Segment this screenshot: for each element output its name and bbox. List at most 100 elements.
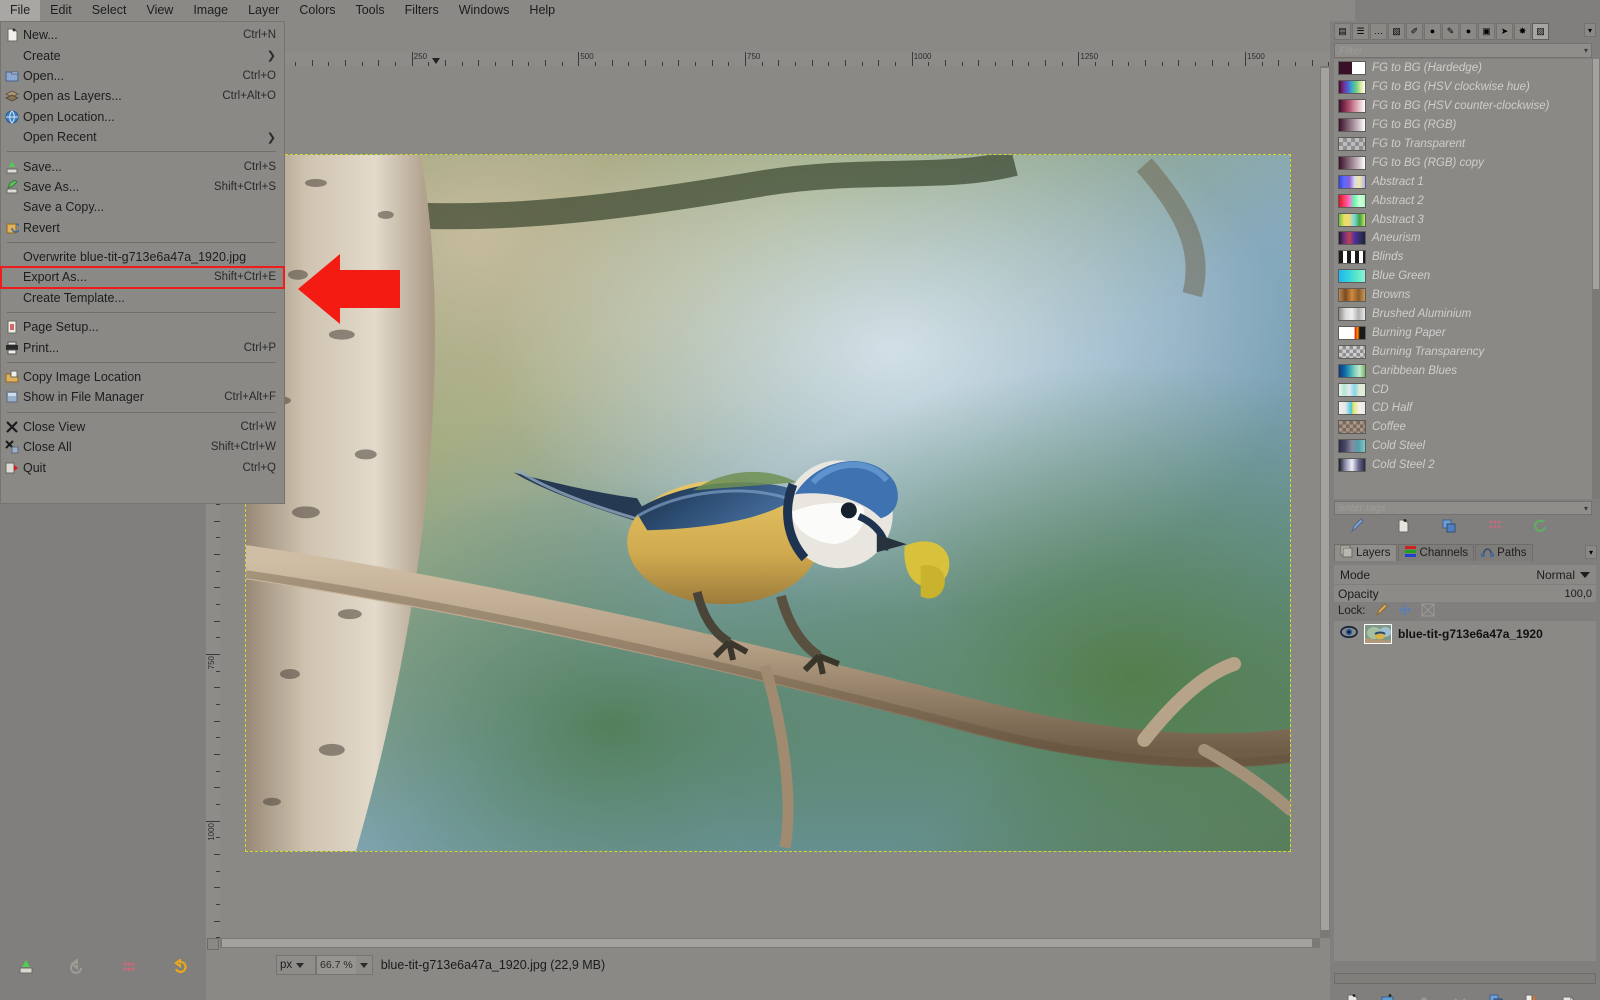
menu-item-open[interactable]: Open... Ctrl+O (1, 66, 284, 86)
gradient-list-item[interactable]: Blue Green (1334, 267, 1592, 286)
delete-gradient-icon[interactable] (1472, 518, 1518, 537)
menu-item-close-view[interactable]: Close View Ctrl+W (1, 417, 284, 437)
horizontal-ruler[interactable]: 2505007501000125015001750 (220, 52, 1330, 66)
documents-tab[interactable]: ▧ (1388, 22, 1405, 40)
gradient-list-item[interactable]: FG to BG (RGB) (1334, 116, 1592, 135)
tab-channels[interactable]: Channels (1397, 544, 1475, 561)
canvas-vertical-scrollbar[interactable] (1320, 66, 1330, 938)
brushes-tab[interactable]: ▤ (1334, 22, 1351, 40)
zoom-selector[interactable]: 66.7 % (316, 955, 373, 975)
gradient-list-item[interactable]: CD (1334, 380, 1592, 399)
reset-colors-icon[interactable] (103, 959, 155, 979)
gradient-list-item[interactable]: Caribbean Blues (1334, 361, 1592, 380)
paint-dynamics-tab[interactable]: ✎ (1442, 22, 1459, 40)
fonts-tab[interactable]: … (1370, 22, 1387, 40)
menu-item-open-as-layers[interactable]: Open as Layers... Ctrl+Alt+O (1, 86, 284, 106)
duplicate-layer-icon[interactable] (1478, 993, 1514, 1000)
scrollbar-thumb[interactable] (1321, 68, 1329, 930)
gradient-list-item[interactable]: Brushed Aluminium (1334, 305, 1592, 324)
raise-layer-icon[interactable] (1406, 993, 1442, 1000)
menu-item-export-as[interactable]: Export As... Shift+Ctrl+E (0, 266, 285, 289)
menu-item-page-setup[interactable]: Page Setup... (1, 317, 284, 337)
layers-list[interactable]: blue-tit-g713e6a47a_1920 (1334, 621, 1596, 961)
menu-edit[interactable]: Edit (40, 0, 82, 21)
scrollbar-thumb[interactable] (222, 939, 1312, 947)
gradient-list-item[interactable]: Burning Transparency (1334, 342, 1592, 361)
menu-item-create[interactable]: Create ❯ (1, 45, 284, 65)
canvas-horizontal-scrollbar[interactable] (220, 938, 1320, 948)
layer-row[interactable]: blue-tit-g713e6a47a_1920 (1334, 621, 1596, 647)
menu-item-save-a-copy[interactable]: Save a Copy... (1, 197, 284, 217)
menu-help[interactable]: Help (519, 0, 565, 21)
layer-opacity-value[interactable]: 100,0 (1564, 588, 1592, 600)
menu-item-revert[interactable]: Revert (1, 218, 284, 238)
gradient-list-item[interactable]: Aneurism (1334, 229, 1592, 248)
eye-icon[interactable] (1340, 625, 1358, 644)
edit-gradient-icon[interactable] (1334, 517, 1380, 537)
gradient-list-item[interactable]: Abstract 2 (1334, 191, 1592, 210)
menu-filters[interactable]: Filters (395, 0, 449, 21)
quick-mask-button[interactable] (207, 938, 219, 950)
gradients-scrollbar[interactable] (1592, 59, 1600, 499)
gradient-list-item[interactable]: Cold Steel (1334, 437, 1592, 456)
anchor-layer-icon[interactable] (1514, 993, 1550, 1000)
new-gradient-icon[interactable] (1380, 518, 1426, 537)
brushes2-tab[interactable]: ● (1424, 22, 1441, 40)
menu-select[interactable]: Select (82, 0, 137, 21)
menu-item-new[interactable]: New... Ctrl+N (1, 25, 284, 45)
delete-layer-icon[interactable] (1550, 993, 1586, 1000)
gradient-list-item[interactable]: Coffee (1334, 418, 1592, 437)
lower-layer-icon[interactable] (1442, 993, 1478, 1000)
brush-editor-tab[interactable]: ● (1460, 22, 1477, 40)
menu-tools[interactable]: Tools (345, 0, 394, 21)
menu-item-copy-image-location[interactable]: Copy Image Location (1, 367, 284, 387)
gradient-list-item[interactable]: FG to Transparent (1334, 135, 1592, 154)
menu-colors[interactable]: Colors (289, 0, 345, 21)
gradients-list[interactable]: FG to BG (Hardedge) FG to BG (HSV clockwi… (1334, 59, 1592, 499)
layer-mode-select[interactable]: Normal (1536, 568, 1594, 582)
menu-item-save[interactable]: Save... Ctrl+S (1, 156, 284, 176)
file-menu-popup[interactable]: New... Ctrl+N Create ❯ Open... Ctrl+O Open as … (0, 21, 285, 504)
patterns-tab[interactable]: ☰ (1352, 22, 1369, 40)
gradient-list-item[interactable]: Browns (1334, 286, 1592, 305)
layer-opacity-row[interactable]: Opacity 100,0 (1334, 585, 1596, 602)
menu-layer[interactable]: Layer (238, 0, 289, 21)
menu-item-show-in-file-manager[interactable]: Show in File Manager Ctrl+Alt+F (1, 387, 284, 407)
swap-colors-icon[interactable] (155, 957, 207, 979)
gradient-list-item[interactable]: FG to BG (HSV counter-clockwise) (1334, 97, 1592, 116)
dock-menu-button[interactable]: ▾ (1584, 23, 1596, 37)
image-canvas[interactable] (245, 154, 1291, 852)
gradient-list-item[interactable]: FG to BG (RGB) copy (1334, 153, 1592, 172)
refresh-gradients-icon[interactable] (1518, 518, 1564, 537)
chevron-down-icon[interactable]: ▾ (1584, 504, 1588, 513)
menu-item-save-as[interactable]: Save As... Shift+Ctrl+S (1, 177, 284, 197)
menu-file[interactable]: File (0, 0, 41, 21)
duplicate-gradient-icon[interactable] (1426, 518, 1472, 537)
undo-history-icon[interactable] (52, 957, 104, 979)
gradient-list-item[interactable]: FG to BG (HSV clockwise hue) (1334, 78, 1592, 97)
menu-item-open-recent[interactable]: Open Recent ❯ (1, 127, 284, 147)
tab-paths[interactable]: Paths (1475, 544, 1533, 561)
chevron-down-icon[interactable] (356, 959, 372, 971)
gradient-tags-input[interactable]: enter tags ▾ (1334, 501, 1592, 515)
gradient-list-item[interactable]: Abstract 3 (1334, 210, 1592, 229)
menu-image[interactable]: Image (183, 0, 238, 21)
layers-horizontal-scrollbar[interactable] (1334, 973, 1596, 984)
gradient-tool-icon[interactable] (0, 959, 52, 979)
menu-item-open-location[interactable]: Open Location... (1, 107, 284, 127)
gradient-list-item[interactable]: CD Half (1334, 399, 1592, 418)
menu-item-quit[interactable]: Quit Ctrl+Q (1, 457, 284, 477)
layers-dock-menu-button[interactable]: ▾ (1585, 545, 1597, 559)
scrollbar-thumb[interactable] (1593, 59, 1599, 289)
gradient-list-item[interactable]: Burning Paper (1334, 323, 1592, 342)
navigation-preview-button[interactable] (1320, 938, 1330, 948)
gradient-list-item[interactable]: Abstract 1 (1334, 172, 1592, 191)
zoom-value[interactable]: 66.7 % (317, 956, 356, 974)
menu-item-overwrite-blue-tit-g713e6a47a-1920-jpg[interactable]: Overwrite blue-tit-g713e6a47a_1920.jpg (1, 247, 284, 267)
menu-item-close-all[interactable]: Close All Shift+Ctrl+W (1, 437, 284, 457)
menu-windows[interactable]: Windows (449, 0, 520, 21)
palettes-tab[interactable]: ✸ (1514, 22, 1531, 40)
images-tab[interactable]: ▣ (1478, 22, 1495, 40)
lock-pixels-icon[interactable] (1375, 602, 1389, 620)
menu-item-print[interactable]: Print... Ctrl+P (1, 337, 284, 357)
